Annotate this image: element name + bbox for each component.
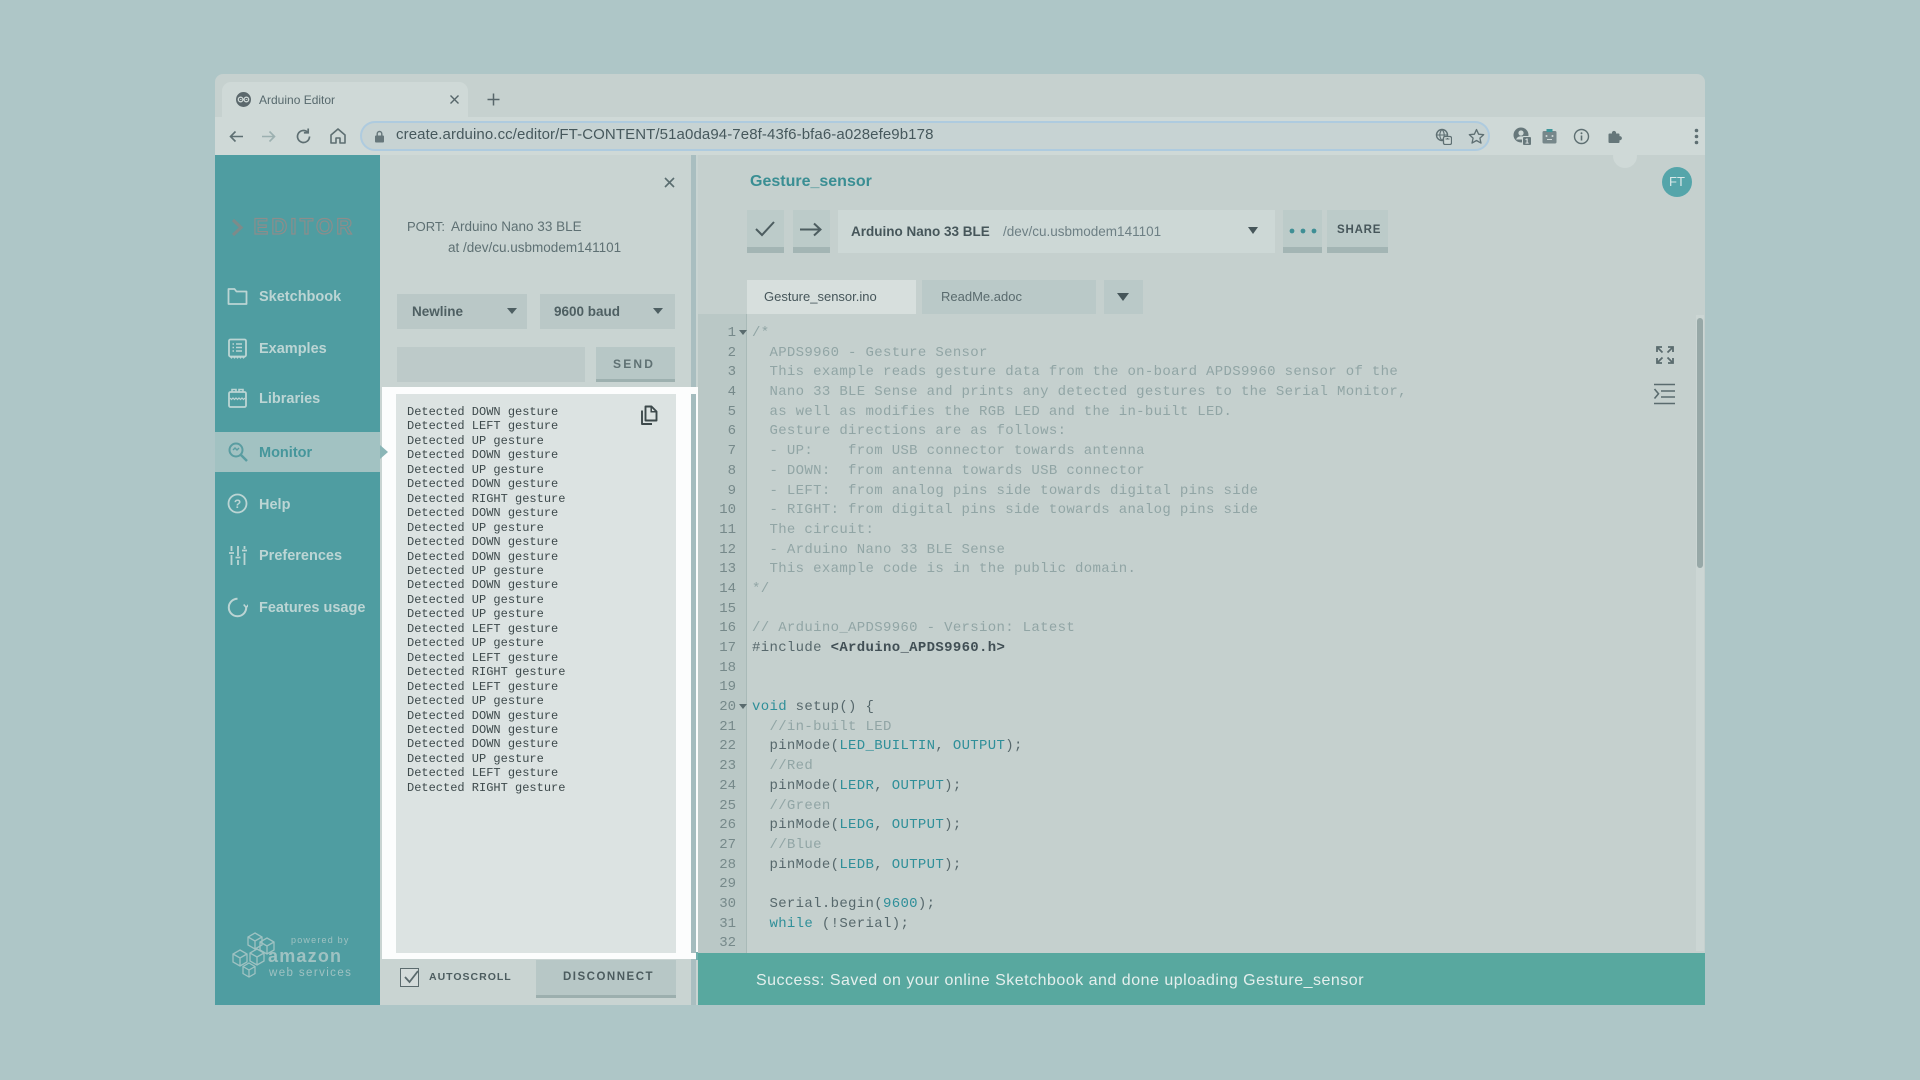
svg-text:1: 1 <box>1525 139 1529 146</box>
svg-text:?: ? <box>234 497 241 511</box>
svg-text:amazon: amazon <box>268 946 342 966</box>
svg-text:powered by: powered by <box>291 935 350 945</box>
svg-text:web services: web services <box>268 967 352 979</box>
